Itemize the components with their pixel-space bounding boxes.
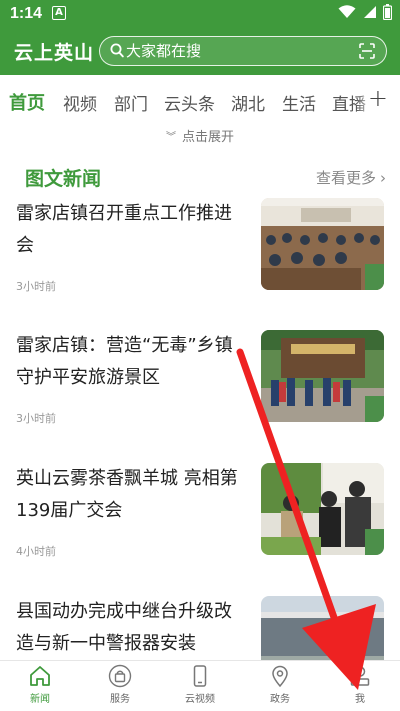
expand-channels-button[interactable]: ︾ 点击展开 — [0, 126, 400, 145]
nav-label: 服务 — [110, 694, 130, 705]
status-bar: 1:14 A — [0, 0, 400, 28]
news-item[interactable]: 雷家店镇：营造“无毒”乡镇守护平安旅游景区 3小时前 — [0, 330, 400, 462]
view-more-label: 查看更多 — [315, 169, 376, 187]
double-chevron-down-icon: ︾ — [165, 132, 176, 143]
bag-icon — [108, 664, 132, 688]
phone-icon — [193, 665, 207, 687]
tab-video[interactable]: 视频 — [63, 90, 97, 115]
view-more-link[interactable]: 查看更多 › — [316, 167, 386, 188]
add-channel-button[interactable]: + — [368, 84, 388, 112]
battery-icon — [383, 4, 392, 20]
wifi-icon — [338, 5, 356, 18]
nav-cloud-video[interactable]: 云视频 — [170, 664, 230, 705]
search-bar[interactable] — [99, 36, 387, 66]
news-thumbnail — [261, 198, 384, 290]
status-time: 1:14 — [10, 5, 43, 22]
news-headline: 英山云雾茶香飘羊城 亮相第139届广交会 — [16, 468, 238, 521]
channel-tabs: 首页 视频 部门 云头条 湖北 生活 直播 + — [0, 80, 400, 120]
nav-news[interactable]: 新闻 — [10, 664, 70, 705]
news-time: 4小时前 — [16, 545, 56, 558]
tab-headlines[interactable]: 云头条 — [164, 90, 215, 115]
nav-government[interactable]: 政务 — [250, 664, 310, 705]
news-headline: 雷家店镇召开重点工作推进会 — [16, 203, 232, 256]
nav-label: 政务 — [270, 694, 290, 705]
scan-icon[interactable] — [358, 42, 376, 60]
nav-label: 我 — [355, 694, 365, 705]
expand-label: 点击展开 — [181, 130, 234, 145]
nav-me[interactable]: 我 — [330, 664, 390, 705]
tab-home[interactable]: 首页 — [9, 89, 45, 115]
nav-label: 云视频 — [185, 694, 215, 705]
top-bar: 1:14 A 云上英山 — [0, 0, 400, 75]
tab-hubei[interactable]: 湖北 — [231, 90, 265, 115]
search-input[interactable] — [126, 41, 346, 61]
news-item[interactable]: 雷家店镇召开重点工作推进会 3小时前 — [0, 198, 400, 330]
news-thumbnail — [261, 463, 384, 555]
signal-icon — [364, 6, 376, 18]
chevron-right-icon: › — [380, 169, 386, 187]
news-thumbnail — [261, 330, 384, 422]
nav-services[interactable]: 服务 — [90, 664, 150, 705]
news-headline: 雷家店镇：营造“无毒”乡镇守护平安旅游景区 — [16, 335, 233, 388]
location-pin-icon — [272, 665, 288, 688]
tab-department[interactable]: 部门 — [114, 90, 148, 115]
news-headline: 县国动办完成中继台升级改造与新一中警报器安装 — [16, 601, 232, 654]
app-header: 云上英山 — [0, 28, 400, 75]
tab-life[interactable]: 生活 — [282, 90, 316, 115]
bottom-nav: 新闻 服务 云视频 政务 我 — [0, 660, 400, 711]
search-icon — [110, 43, 124, 58]
system-icons — [338, 4, 392, 20]
news-item[interactable]: 英山云雾茶香飘羊城 亮相第139届广交会 4小时前 — [0, 463, 400, 595]
news-time: 3小时前 — [16, 280, 56, 293]
news-time: 3小时前 — [16, 412, 56, 425]
notification-badge-icon: A — [52, 6, 66, 20]
app-title: 云上英山 — [14, 42, 95, 64]
nav-label: 新闻 — [30, 694, 50, 705]
section-title: 图文新闻 — [25, 168, 102, 190]
person-icon — [350, 666, 370, 686]
home-icon — [30, 666, 50, 686]
